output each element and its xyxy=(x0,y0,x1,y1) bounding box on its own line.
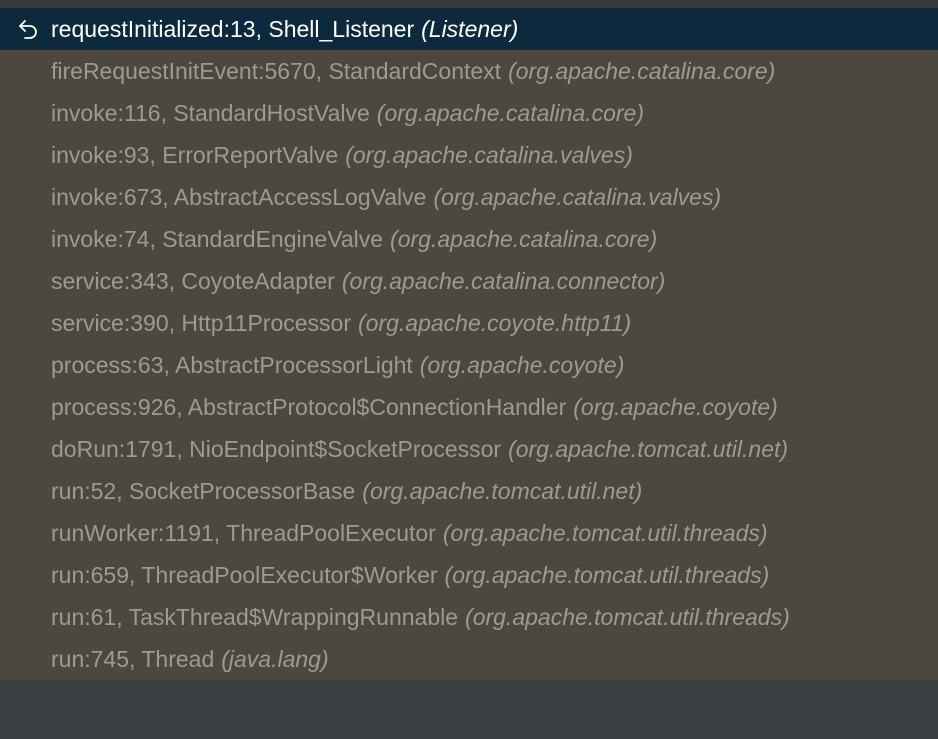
stack-frame[interactable]: invoke:74, StandardEngineValve (org.apac… xyxy=(0,218,938,260)
frame-method: runWorker:1191, ThreadPoolExecutor xyxy=(51,519,436,546)
frame-package: (org.apache.catalina.core) xyxy=(508,57,776,84)
step-back-icon xyxy=(19,20,37,39)
stack-frame[interactable]: invoke:93, ErrorReportValve (org.apache.… xyxy=(0,134,938,176)
top-strip xyxy=(0,0,938,8)
frame-method: service:390, Http11Processor xyxy=(51,309,351,336)
stack-frame[interactable]: invoke:673, AbstractAccessLogValve (org.… xyxy=(0,176,938,218)
frame-method: invoke:673, AbstractAccessLogValve xyxy=(51,183,427,210)
stack-frame[interactable]: service:343, CoyoteAdapter (org.apache.c… xyxy=(0,260,938,302)
stack-frame[interactable]: fireRequestInitEvent:5670, StandardConte… xyxy=(0,50,938,92)
frame-method: run:61, TaskThread$WrappingRunnable xyxy=(51,603,459,630)
stack-frame[interactable]: run:61, TaskThread$WrappingRunnable (org… xyxy=(0,596,938,638)
frame-method: fireRequestInitEvent:5670, StandardConte… xyxy=(51,57,502,84)
frame-method: invoke:93, ErrorReportValve xyxy=(51,141,339,168)
frame-package: (org.apache.catalina.connector) xyxy=(341,267,666,294)
frame-method: run:52, SocketProcessorBase xyxy=(51,477,356,504)
frame-method: process:63, AbstractProcessorLight xyxy=(51,351,413,378)
call-stack-panel: requestInitialized:13, Shell_Listener (L… xyxy=(0,8,938,680)
stack-frame[interactable]: process:926, AbstractProtocol$Connection… xyxy=(0,386,938,428)
frame-package: (org.apache.tomcat.util.threads) xyxy=(465,603,790,630)
stack-frame[interactable]: service:390, Http11Processor (org.apache… xyxy=(0,302,938,344)
frame-package: (org.apache.tomcat.util.net) xyxy=(362,477,643,504)
frame-method: service:343, CoyoteAdapter xyxy=(51,267,335,294)
frame-package: (org.apache.catalina.core) xyxy=(376,99,645,126)
frame-method: run:745, Thread xyxy=(51,645,215,672)
frame-package: (org.apache.coyote.http11) xyxy=(358,309,632,336)
frame-package: (org.apache.catalina.core) xyxy=(390,225,658,252)
frame-package: (Listener) xyxy=(421,15,519,42)
bottom-area xyxy=(0,680,938,739)
stack-frame[interactable]: doRun:1791, NioEndpoint$SocketProcessor … xyxy=(0,428,938,470)
stack-frame[interactable]: process:63, AbstractProcessorLight (org.… xyxy=(0,344,938,386)
frame-method: requestInitialized:13, Shell_Listener xyxy=(51,15,415,42)
frame-package: (org.apache.tomcat.util.threads) xyxy=(444,561,770,588)
stack-frame[interactable]: run:52, SocketProcessorBase (org.apache.… xyxy=(0,470,938,512)
frame-package: (java.lang) xyxy=(221,645,329,672)
frame-package: (org.apache.coyote) xyxy=(419,351,625,378)
frame-method: process:926, AbstractProtocol$Connection… xyxy=(51,393,567,420)
stack-frame-selected[interactable]: requestInitialized:13, Shell_Listener (L… xyxy=(0,8,938,50)
stack-frame[interactable]: run:745, Thread (java.lang) xyxy=(0,638,938,680)
frame-package: (org.apache.catalina.valves) xyxy=(433,183,722,210)
stack-frame[interactable]: run:659, ThreadPoolExecutor$Worker (org.… xyxy=(0,554,938,596)
frame-method: invoke:74, StandardEngineValve xyxy=(51,225,384,252)
frame-package: (org.apache.catalina.valves) xyxy=(345,141,633,168)
frame-package: (org.apache.tomcat.util.net) xyxy=(508,435,789,462)
frame-method: doRun:1791, NioEndpoint$SocketProcessor xyxy=(51,435,502,462)
frame-package: (org.apache.tomcat.util.threads) xyxy=(442,519,768,546)
stack-frame[interactable]: runWorker:1191, ThreadPoolExecutor (org.… xyxy=(0,512,938,554)
frame-method: run:659, ThreadPoolExecutor$Worker xyxy=(51,561,438,588)
stack-frame[interactable]: invoke:116, StandardHostValve (org.apach… xyxy=(0,92,938,134)
frame-package: (org.apache.coyote) xyxy=(573,393,778,420)
frame-method: invoke:116, StandardHostValve xyxy=(51,99,370,126)
